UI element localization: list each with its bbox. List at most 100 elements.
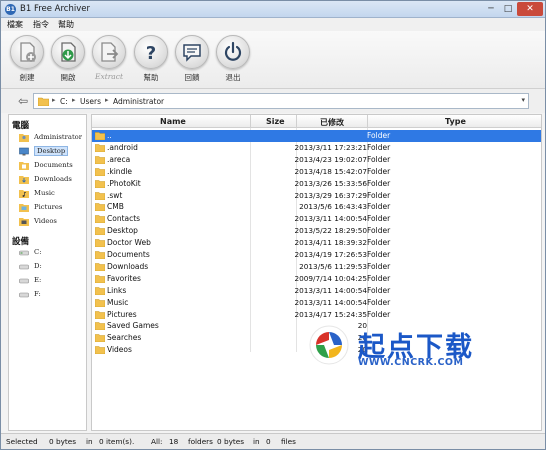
file-name: Desktop (107, 226, 138, 236)
sidebar-item-pictures[interactable]: Pictures (19, 202, 85, 214)
folder-icon (95, 191, 105, 200)
downloads-icon (19, 176, 29, 184)
status-folders-label: folders (188, 437, 213, 446)
create-label: 創建 (19, 73, 35, 82)
file-type: Folder (367, 214, 391, 224)
app-logo-icon: B1 (5, 4, 16, 15)
maximize-button[interactable]: □ (500, 2, 516, 16)
table-row[interactable]: Pictures 2013/4/17 15:24:35 Folder (92, 309, 541, 321)
sidebar-item-videos[interactable]: Videos (19, 216, 85, 228)
table-row[interactable]: Doctor Web 2013/4/11 18:39:32 Folder (92, 237, 541, 249)
crumb-users[interactable]: Users (80, 97, 101, 106)
file-type: Folder (367, 178, 391, 188)
extract-button[interactable]: Extract (89, 35, 129, 81)
file-type: Folder (367, 226, 391, 236)
documents-icon (19, 162, 29, 170)
crumb-administrator[interactable]: Administrator (113, 97, 164, 106)
file-type: Folder (367, 261, 391, 271)
window-title: B1 Free Archiver (20, 4, 90, 14)
menu-commands[interactable]: 指令 (33, 19, 49, 30)
table-row[interactable]: Favorites 2009/7/14 10:04:25 Folder (92, 273, 541, 285)
path-breadcrumb[interactable]: ▸ C: ▸ Users ▸ Administrator ▾ (33, 93, 529, 109)
file-type: Folder (367, 131, 391, 140)
crumb-separator: ▸ (52, 96, 56, 104)
file-modified: 2013/3/11 14:00:54 (294, 285, 367, 295)
table-row[interactable]: .. Folder (92, 130, 541, 142)
minimize-button[interactable]: ─ (483, 2, 499, 16)
table-row[interactable]: .PhotoKit 2013/3/26 15:33:56 Folder (92, 178, 541, 190)
folder-icon (95, 346, 105, 355)
exit-button[interactable]: 退出 (213, 35, 253, 83)
status-bar: Selected 0 bytes in 0 item(s). All: 18 f… (1, 433, 545, 449)
file-name: Links (107, 285, 127, 295)
table-row[interactable]: .areca 2013/4/23 19:02:07 Folder (92, 154, 541, 166)
back-arrow-icon[interactable]: ⇦ (13, 93, 33, 109)
status-in: in (86, 437, 93, 446)
table-row[interactable]: Documents 2013/4/19 17:26:53 Folder (92, 249, 541, 261)
menu-help[interactable]: 幫助 (58, 19, 74, 30)
sidebar-item-documents[interactable]: Documents (19, 160, 85, 172)
cncrk-logo-icon (309, 325, 349, 365)
sidebar-item-music[interactable]: Music (19, 188, 85, 200)
status-all-bytes: 0 bytes (217, 437, 245, 446)
sidebar-item-desktop[interactable]: Desktop (19, 146, 85, 158)
table-row[interactable]: Downloads 2013/5/6 11:29:53 Folder (92, 261, 541, 273)
folder-icon (95, 334, 105, 343)
sidebar-item-downloads[interactable]: Downloads (19, 174, 85, 186)
sidebar-item-drive-f[interactable]: F: (19, 289, 85, 301)
column-modified[interactable]: 已修改 (320, 117, 344, 128)
file-modified: 2013/4/11 18:39:32 (294, 238, 367, 248)
create-button[interactable]: 創建 (7, 35, 47, 83)
table-row[interactable]: .kindle 2013/4/18 15:42:07 Folder (92, 166, 541, 178)
sidebar-item-drive-e[interactable]: E: (19, 275, 85, 287)
menu-file[interactable]: 檔案 (7, 19, 23, 30)
crumb-drive[interactable]: C: (60, 97, 68, 106)
folder-icon (95, 251, 105, 259)
open-label: 開啟 (60, 73, 76, 82)
file-name: Contacts (107, 214, 141, 224)
column-size[interactable]: Size (266, 117, 285, 126)
file-name: Saved Games (107, 321, 159, 331)
column-type[interactable]: Type (445, 117, 466, 126)
svg-text:?: ? (146, 43, 156, 64)
sidebar-item-drive-d[interactable]: D: (19, 261, 85, 273)
folder-icon (95, 227, 105, 236)
table-row[interactable]: Desktop 2013/5/22 18:29:50 Folder (92, 225, 541, 237)
folder-icon (95, 156, 105, 164)
column-divider[interactable] (367, 115, 368, 128)
file-name: Favorites (107, 273, 141, 283)
file-name: Searches (107, 333, 142, 343)
chevron-down-icon[interactable]: ▾ (521, 96, 525, 104)
column-name[interactable]: Name (160, 117, 186, 126)
table-row[interactable]: .android 2013/3/11 17:23:21 Folder (92, 142, 541, 154)
feedback-button[interactable]: 回饋 (172, 35, 212, 83)
column-divider[interactable] (296, 115, 297, 128)
file-name: .kindle (107, 166, 133, 176)
status-selected-bytes: 0 bytes (49, 437, 77, 446)
table-row[interactable]: Contacts 2013/3/11 14:00:54 Folder (92, 213, 541, 225)
help-button[interactable]: ? 幫助 (131, 35, 171, 83)
table-row[interactable]: .swt 2013/3/29 16:37:29 Folder (92, 190, 541, 202)
status-selected-label: Selected (6, 437, 38, 446)
column-header: Name Size 已修改 Type (92, 115, 541, 128)
folder-icon (38, 97, 49, 106)
sidebar: 電腦 Administrator Desktop Documents Downl… (8, 114, 87, 431)
file-type: Folder (367, 297, 391, 307)
file-modified: 2013/3/11 14:00:54 (294, 297, 367, 307)
table-row[interactable]: CMB 2013/5/6 16:43:43 Folder (92, 201, 541, 213)
file-modified: 2013/5/6 16:43:43 (299, 202, 367, 212)
create-archive-icon (20, 42, 36, 62)
file-modified: 2013/3/11 14:00:54 (294, 214, 367, 224)
help-label: 幫助 (143, 73, 159, 82)
close-button[interactable]: ✕ (517, 2, 543, 16)
open-button[interactable]: 開啟 (48, 35, 88, 83)
sidebar-item-administrator[interactable]: Administrator (19, 132, 85, 144)
sidebar-item-drive-c[interactable]: C: (19, 247, 85, 259)
open-archive-icon (61, 42, 76, 62)
table-row[interactable]: Links 2013/3/11 14:00:54 Folder (92, 285, 541, 297)
user-folder-icon (19, 134, 29, 142)
title-bar: B1 B1 Free Archiver ─ □ ✕ (1, 1, 545, 18)
file-modified: 2013/4/18 15:42:07 (294, 166, 367, 176)
column-divider[interactable] (250, 115, 251, 128)
table-row[interactable]: Music 2013/3/11 14:00:54 Folder (92, 297, 541, 309)
